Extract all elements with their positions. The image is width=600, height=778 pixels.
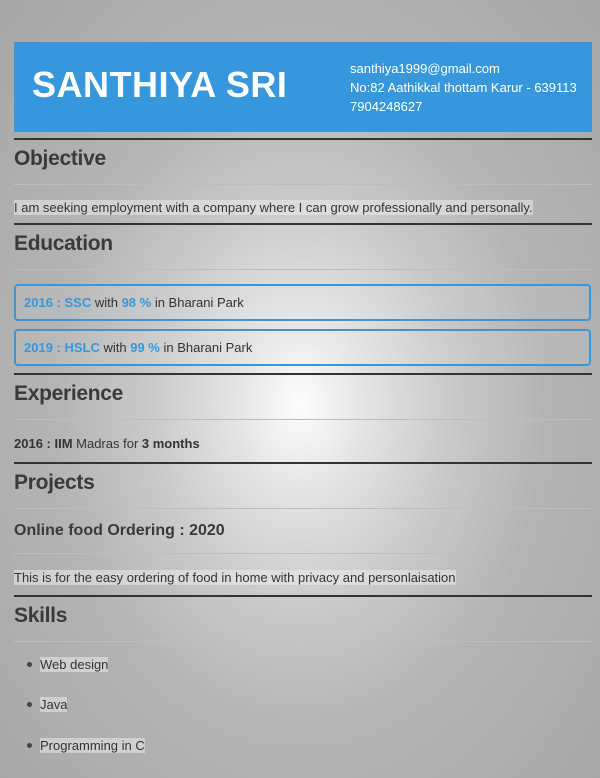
project-description: This is for the easy ordering of food in…: [14, 570, 456, 585]
contact-email: santhiya1999@gmail.com: [350, 61, 500, 76]
experience-entry: 2016 : IIM Madras for 3 months: [14, 436, 200, 451]
education-school: Bharani Park: [177, 340, 253, 355]
education-level: HSLC: [64, 340, 100, 355]
bullet-icon: [27, 662, 32, 667]
skill-item: Web design: [40, 657, 109, 672]
project-title: Online food Ordering : 2020: [14, 522, 225, 539]
skills-heading: Skills: [14, 604, 68, 627]
skill-item: Java: [40, 697, 68, 712]
experience-duration: 3 months: [141, 436, 200, 451]
bullet-icon: [27, 743, 32, 748]
heading-underline: [14, 508, 592, 509]
heading-underline: [14, 269, 592, 270]
education-item: 2016 : SSC with 98 % in Bharani Park: [14, 284, 591, 321]
section-divider: [14, 373, 592, 375]
education-separator: :: [52, 295, 65, 310]
education-heading: Education: [14, 232, 113, 255]
heading-underline: [14, 419, 592, 420]
skill-item: Programming in C: [40, 738, 145, 753]
education-level: SSC: [64, 295, 92, 310]
bullet-icon: [27, 702, 32, 707]
experience-place: Madras for: [72, 436, 142, 451]
section-divider: [14, 138, 592, 140]
education-score: 99 %: [130, 340, 160, 355]
education-in: in: [159, 340, 178, 355]
education-year: 2019: [24, 340, 53, 355]
section-divider: [14, 223, 592, 225]
education-line: 2019 : HSLC with 99 % in Bharani Park: [24, 340, 252, 355]
education-with: with: [99, 340, 131, 355]
section-divider: [14, 595, 592, 597]
education-year: 2016: [24, 295, 53, 310]
objective-heading: Objective: [14, 147, 106, 170]
projects-heading: Projects: [14, 471, 95, 494]
experience-heading: Experience: [14, 382, 124, 405]
candidate-name: SANTHIYA SRI: [32, 64, 288, 105]
section-divider: [14, 462, 592, 464]
education-in: in: [151, 295, 169, 310]
project-underline: [14, 553, 452, 554]
experience-year: 2016 : IIM: [14, 436, 73, 451]
heading-underline: [14, 641, 592, 642]
contact-phone: 7904248627: [350, 99, 423, 114]
education-separator: :: [52, 340, 65, 355]
education-line: 2016 : SSC with 98 % in Bharani Park: [24, 295, 244, 310]
education-school: Bharani Park: [168, 295, 244, 310]
education-item: 2019 : HSLC with 99 % in Bharani Park: [14, 329, 591, 366]
education-with: with: [91, 295, 122, 310]
contact-address: No:82 Aathikkal thottam Karur - 639113: [350, 80, 577, 95]
education-score: 98 %: [121, 295, 152, 310]
heading-underline: [14, 184, 592, 185]
objective-text: I am seeking employment with a company w…: [14, 200, 533, 215]
